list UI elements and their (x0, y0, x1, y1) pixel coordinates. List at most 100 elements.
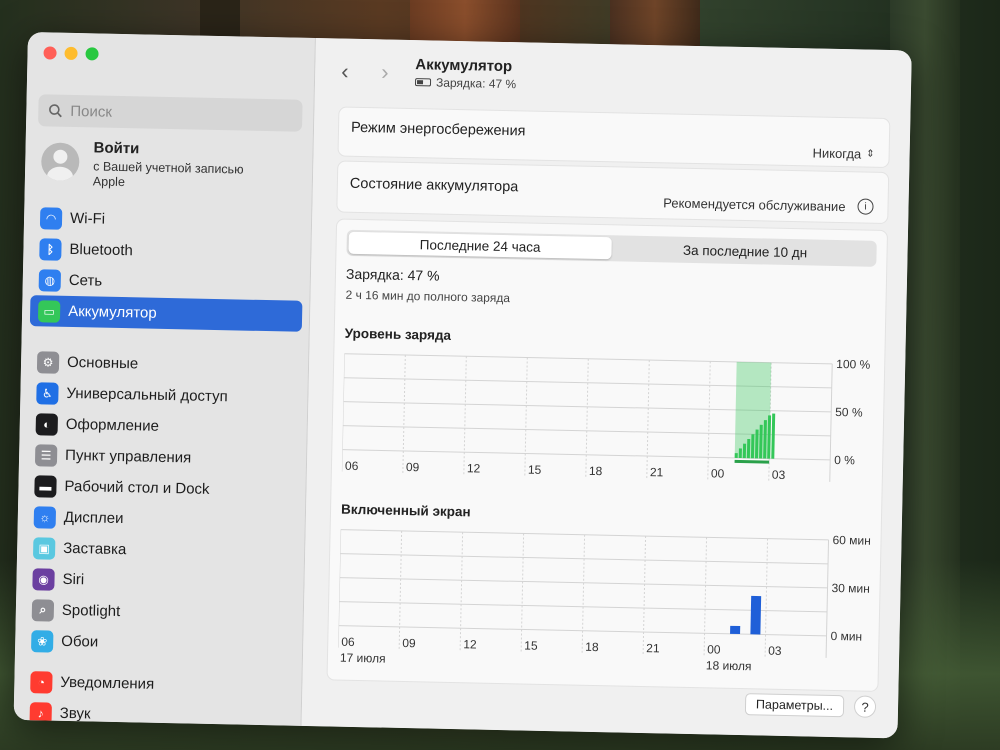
sidebar-group-network: ◠ Wi-Fi ᛒ Bluetooth ◍ Сеть ▭ Аккумулятор (29, 202, 305, 332)
x-tick-label: 18 (585, 640, 599, 654)
tab-last-10d[interactable]: За последние 10 дн (613, 235, 876, 267)
y-tick-label: 0 % (834, 453, 855, 467)
x-tick-label: 03 (772, 468, 786, 482)
y-tick-label: 100 % (836, 357, 871, 372)
bluetooth-icon: ᛒ (39, 237, 62, 261)
search-placeholder: Поиск (70, 102, 113, 121)
battery-level-bar (746, 438, 751, 459)
toolbar: ‹ › Аккумулятор Зарядка: 47 % (315, 38, 912, 110)
x-tick-label: 21 (650, 465, 664, 479)
page-title: Аккумулятор (415, 56, 513, 76)
display-icon: ☼ (33, 505, 57, 529)
x-tick-label: 15 (524, 639, 538, 653)
screen-on-svg: 06 09 12 15 18 21 00 03 60 мин 30 мин 0 мин 17 июля… (337, 529, 871, 673)
gridline-v (341, 353, 345, 472)
charging-indicator (734, 459, 770, 464)
low-power-label: Режим энергосбережения (350, 119, 526, 140)
gridline-v (764, 538, 769, 657)
x-tick-label: 03 (768, 644, 782, 658)
gridline-v (337, 529, 342, 648)
sidebar-item-battery[interactable]: ▭ Аккумулятор (29, 295, 303, 332)
info-icon[interactable]: i (857, 198, 874, 215)
avatar (40, 142, 80, 182)
screensaver-icon: ▣ (32, 536, 56, 560)
battery-level-bar (742, 443, 747, 459)
low-power-select[interactable]: Никогда ⇕ (812, 145, 874, 161)
control-center-icon: ☰ (34, 443, 58, 467)
sidebar-group-system: ⚙ Основные ♿ Универсальный доступ ◐ Оформле… (23, 346, 301, 662)
gridline-v (398, 530, 403, 649)
x-tick-label: 06 (341, 635, 355, 649)
battery-level-svg: 06 09 12 15 18 21 00 03 100 % 50 % 0 % (341, 353, 871, 482)
gridline-v (825, 539, 830, 658)
battery-level-title: Уровень заряда (344, 325, 452, 343)
tab-last-24h[interactable]: Последние 24 часа (348, 231, 612, 260)
account-title: Войти (93, 139, 140, 158)
battery-level-bar (754, 429, 759, 459)
window-controls (43, 46, 99, 61)
date-label: 17 июля (340, 651, 386, 666)
usage-panel: Последние 24 часа За последние 10 дн Зар… (326, 218, 889, 692)
y-tick-label: 30 мин (831, 581, 870, 596)
screen-on-bar (730, 625, 741, 635)
dock-icon: ▬ (34, 474, 57, 498)
gridline-v (585, 358, 589, 477)
screen-on-chart: 06 09 12 15 18 21 00 03 60 мин 30 мин 0 мин 17 июля… (337, 524, 871, 680)
gridline-v (646, 360, 650, 479)
minimize-button[interactable] (64, 46, 78, 61)
accessibility-icon: ♿ (36, 381, 59, 405)
page-subtitle: Зарядка: 47 % (414, 75, 516, 91)
help-button[interactable]: ? (853, 695, 877, 718)
back-button[interactable]: ‹ (341, 59, 349, 85)
sidebar-item-wallpaper[interactable]: ❀ Обои (23, 625, 296, 662)
battery-level-bar (734, 453, 738, 458)
wifi-icon: ◠ (39, 206, 63, 230)
x-tick-label: 15 (528, 463, 542, 477)
x-tick-label: 12 (463, 637, 477, 651)
date-label: 18 июля (706, 658, 752, 673)
battery-level-bar (750, 434, 755, 459)
y-tick-label: 50 % (835, 405, 863, 420)
battery-level-chart: 06 09 12 15 18 21 00 03 100 % 50 % 0 % (341, 348, 874, 504)
close-button[interactable] (43, 46, 57, 60)
range-segmented-control: Последние 24 часа За последние 10 дн (346, 229, 877, 267)
gridline-v (642, 536, 647, 655)
globe-icon: ◍ (38, 268, 62, 292)
gridline-v (463, 356, 467, 475)
time-to-full: 2 ч 16 мин до полного заряда (345, 287, 511, 306)
x-tick-label: 06 (345, 459, 359, 473)
account-signin[interactable]: Войти с Вашей учетной записью Apple (40, 138, 274, 193)
gear-icon: ⚙ (36, 350, 60, 374)
notifications-icon: ◔ (30, 670, 53, 694)
account-subtitle: с Вашей учетной записью Apple (92, 159, 244, 190)
gridline-v (520, 533, 525, 652)
x-tick-label: 18 (589, 464, 603, 478)
gridline-v (524, 357, 528, 476)
x-tick-label: 09 (406, 460, 420, 474)
gridline-v (402, 354, 406, 473)
battery-health-label: Состояние аккумулятора (349, 175, 519, 196)
gridline-v (703, 537, 708, 656)
x-tick-label: 00 (707, 642, 721, 656)
gridline-v (459, 532, 464, 651)
battery-icon: ▭ (37, 299, 61, 323)
search-input[interactable]: Поиск (38, 94, 303, 132)
battery-level-bar (771, 413, 776, 459)
y-tick-label: 60 мин (832, 533, 870, 548)
forward-button[interactable]: › (381, 59, 389, 85)
search-icon (49, 104, 62, 118)
sidebar: Поиск Войти с Вашей учетной записью Appl… (13, 32, 316, 726)
screen-on-title: Включенный экран (340, 501, 471, 520)
x-tick-label: 09 (402, 636, 416, 650)
parameters-button[interactable]: Параметры... (744, 693, 845, 718)
battery-health-row: Состояние аккумулятора Рекомендуется обс… (336, 160, 890, 225)
zoom-button[interactable] (85, 47, 99, 61)
main-pane: ‹ › Аккумулятор Зарядка: 47 % Режим энер… (301, 38, 912, 739)
y-tick-label: 0 мин (830, 629, 862, 644)
wallpaper-icon: ❀ (31, 629, 54, 653)
gridline-v (581, 534, 586, 653)
gridline-v (707, 361, 711, 480)
siri-icon: ◉ (32, 567, 55, 591)
spotlight-icon: ⌕ (31, 598, 55, 622)
screen-on-bar (750, 595, 762, 635)
